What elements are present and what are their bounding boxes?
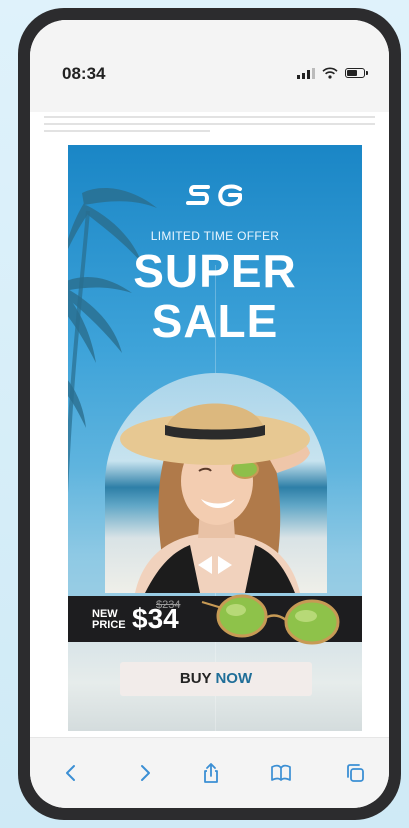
forward-icon[interactable] <box>134 762 156 784</box>
battery-icon <box>345 68 368 78</box>
ad-tagline: LIMITED TIME OFFER <box>150 229 280 243</box>
headline-line-1: SUPER <box>133 245 297 297</box>
status-icons <box>297 67 368 79</box>
webpage-header-lines <box>44 116 375 137</box>
status-bar: 08:34 <box>30 20 389 112</box>
back-icon[interactable] <box>60 762 82 784</box>
sg-logo <box>186 184 242 207</box>
browser-toolbar <box>30 737 389 808</box>
cellular-signal-icon <box>297 67 315 79</box>
status-time: 08:34 <box>62 64 106 83</box>
wifi-icon <box>322 67 338 79</box>
bookmarks-icon[interactable] <box>270 762 292 784</box>
phone-frame: 08:34 LIMITED TIME OFFER SUPER SALE $234… <box>18 8 401 820</box>
carousel-arrows-icon[interactable] <box>192 554 238 576</box>
tabs-icon[interactable] <box>344 762 366 784</box>
sunglasses-image <box>201 594 340 645</box>
buy-now-button[interactable]: BUY NOW <box>120 662 312 696</box>
share-icon[interactable] <box>200 762 222 784</box>
new-price: $34 <box>132 603 179 634</box>
headline-line-2: SALE <box>151 295 279 347</box>
new-price-label: NEW PRICE <box>92 608 126 631</box>
sale-ad-banner[interactable]: SG LIMITED TIME OFFER SUPER SALE <box>68 145 362 731</box>
phone-screen: 08:34 LIMITED TIME OFFER SUPER SALE $234… <box>30 20 389 808</box>
